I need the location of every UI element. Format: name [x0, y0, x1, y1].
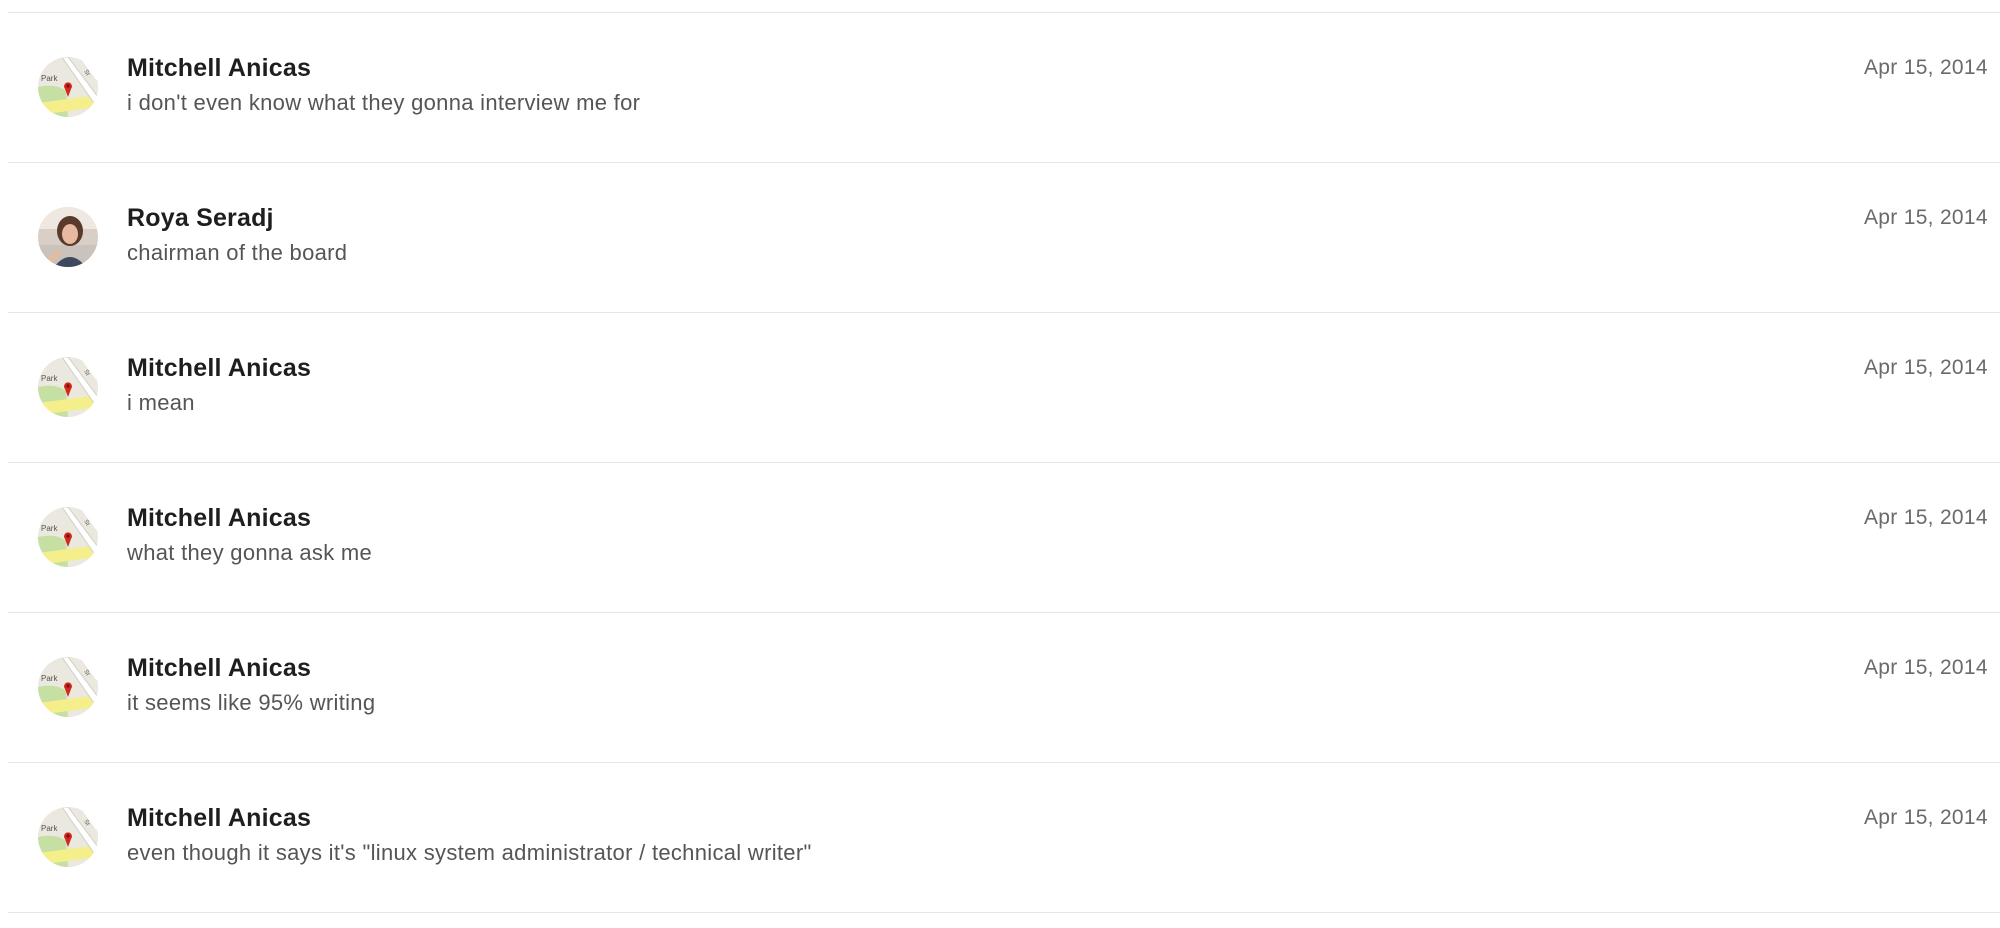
- message-thread: Mitchell Anicas i don't even know what th…: [0, 0, 2000, 928]
- map-avatar[interactable]: [38, 657, 98, 717]
- message-row[interactable]: Mitchell Anicas what they gonna ask me Apr…: [8, 463, 2000, 613]
- message-row[interactable]: Roya Seradj chairman of the board Apr 15, …: [8, 163, 2000, 313]
- sender-name: Mitchell Anicas: [127, 354, 312, 382]
- sender-name: Mitchell Anicas: [127, 504, 312, 532]
- message-date: Apr 15, 2014: [1864, 506, 1988, 529]
- map-avatar[interactable]: [38, 507, 98, 567]
- message-row[interactable]: Mitchell Anicas even though it says it's …: [8, 763, 2000, 913]
- message-date: Apr 15, 2014: [1864, 656, 1988, 679]
- sender-name: Roya Seradj: [127, 204, 274, 232]
- message-date: Apr 15, 2014: [1864, 806, 1988, 829]
- photo-avatar[interactable]: [38, 207, 98, 267]
- message-text: even though it says it's "linux system a…: [127, 840, 812, 865]
- message-text: it seems like 95% writing: [127, 690, 376, 715]
- message-date: Apr 15, 2014: [1864, 56, 1988, 79]
- map-avatar[interactable]: [38, 57, 98, 117]
- map-avatar[interactable]: [38, 357, 98, 417]
- message-text: chairman of the board: [127, 240, 348, 265]
- message-row[interactable]: Mitchell Anicas i mean Apr 15, 2014: [8, 313, 2000, 463]
- message-date: Apr 15, 2014: [1864, 356, 1988, 379]
- message-text: i mean: [127, 390, 195, 415]
- message-row[interactable]: Mitchell Anicas it seems like 95% writing…: [8, 613, 2000, 763]
- message-date: Apr 15, 2014: [1864, 206, 1988, 229]
- map-avatar[interactable]: [38, 807, 98, 867]
- sender-name: Mitchell Anicas: [127, 54, 312, 82]
- sender-name: Mitchell Anicas: [127, 654, 312, 682]
- message-row[interactable]: Mitchell Anicas i don't even know what th…: [8, 13, 2000, 163]
- message-text: i don't even know what they gonna interv…: [127, 90, 641, 115]
- message-text: what they gonna ask me: [127, 540, 373, 565]
- sender-name: Mitchell Anicas: [127, 804, 312, 832]
